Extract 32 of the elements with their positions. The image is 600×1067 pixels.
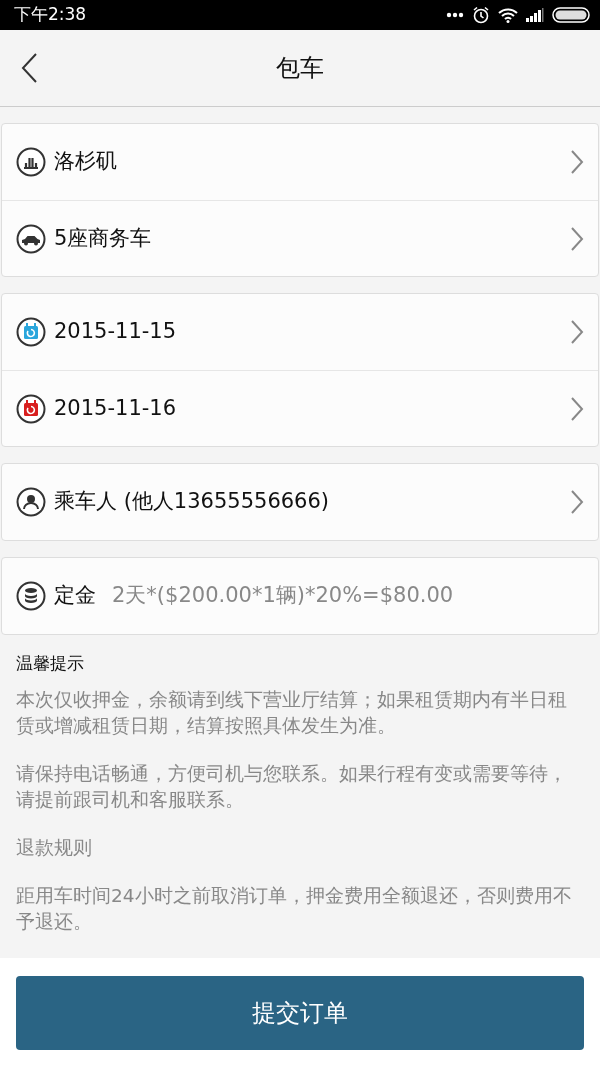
row-label: 2015-11-15 <box>54 318 177 346</box>
wifi-icon <box>498 7 518 23</box>
city-icon <box>16 147 46 177</box>
row-label: 洛杉矶 <box>54 148 117 176</box>
car-icon <box>16 223 46 254</box>
calendar-icon <box>16 393 46 424</box>
list-row[interactable]: 2015-11-15 <box>2 294 598 370</box>
more-icon <box>446 12 464 18</box>
calendar-icon <box>16 317 46 347</box>
person-icon <box>16 487 46 517</box>
page-title: 包车 <box>276 53 324 84</box>
row-label: 2015-11-16 <box>54 394 177 422</box>
notes-title: 温馨提示 <box>16 652 85 675</box>
list-row[interactable]: 5座商务车 <box>2 200 598 276</box>
row-label: 定金 <box>54 582 96 610</box>
notice-text: 请保持电话畅通，方便司机与您联系。如果行程有变或需要等待，请提前跟司机和客服联系。 <box>16 761 568 812</box>
submit-order-button[interactable]: 提交订单 <box>16 976 584 1050</box>
list-row[interactable]: 洛杉矶 <box>2 124 598 200</box>
battery-icon <box>552 7 590 23</box>
notice-text: 本次仅收押金，余额请到线下营业厅结算；如果租赁期内有半日租赁或增减租赁日期，结算按照具体发生为准。 <box>16 687 568 738</box>
list-row[interactable]: 2015-11-16 <box>2 370 598 446</box>
row-label: 乘车人 (他人13655556666) <box>54 488 330 516</box>
back-icon[interactable] <box>20 53 38 83</box>
coin-stack-icon <box>16 581 46 611</box>
status-time: 下午2:38 <box>14 3 87 27</box>
list-row[interactable]: 乘车人 (他人13655556666) <box>2 464 598 540</box>
row-label: 5座商务车 <box>54 224 152 252</box>
signal-icon <box>526 8 544 22</box>
deposit-formula: 2天*($200.00*1辆)*20%=$80.00 <box>112 582 454 610</box>
notice-text: 距用车时间24小时之前取消订单，押金费用全额退还，否则费用不予退还。 <box>16 883 573 934</box>
alarm-icon <box>472 6 490 24</box>
notice-text: 退款规则 <box>16 835 93 860</box>
